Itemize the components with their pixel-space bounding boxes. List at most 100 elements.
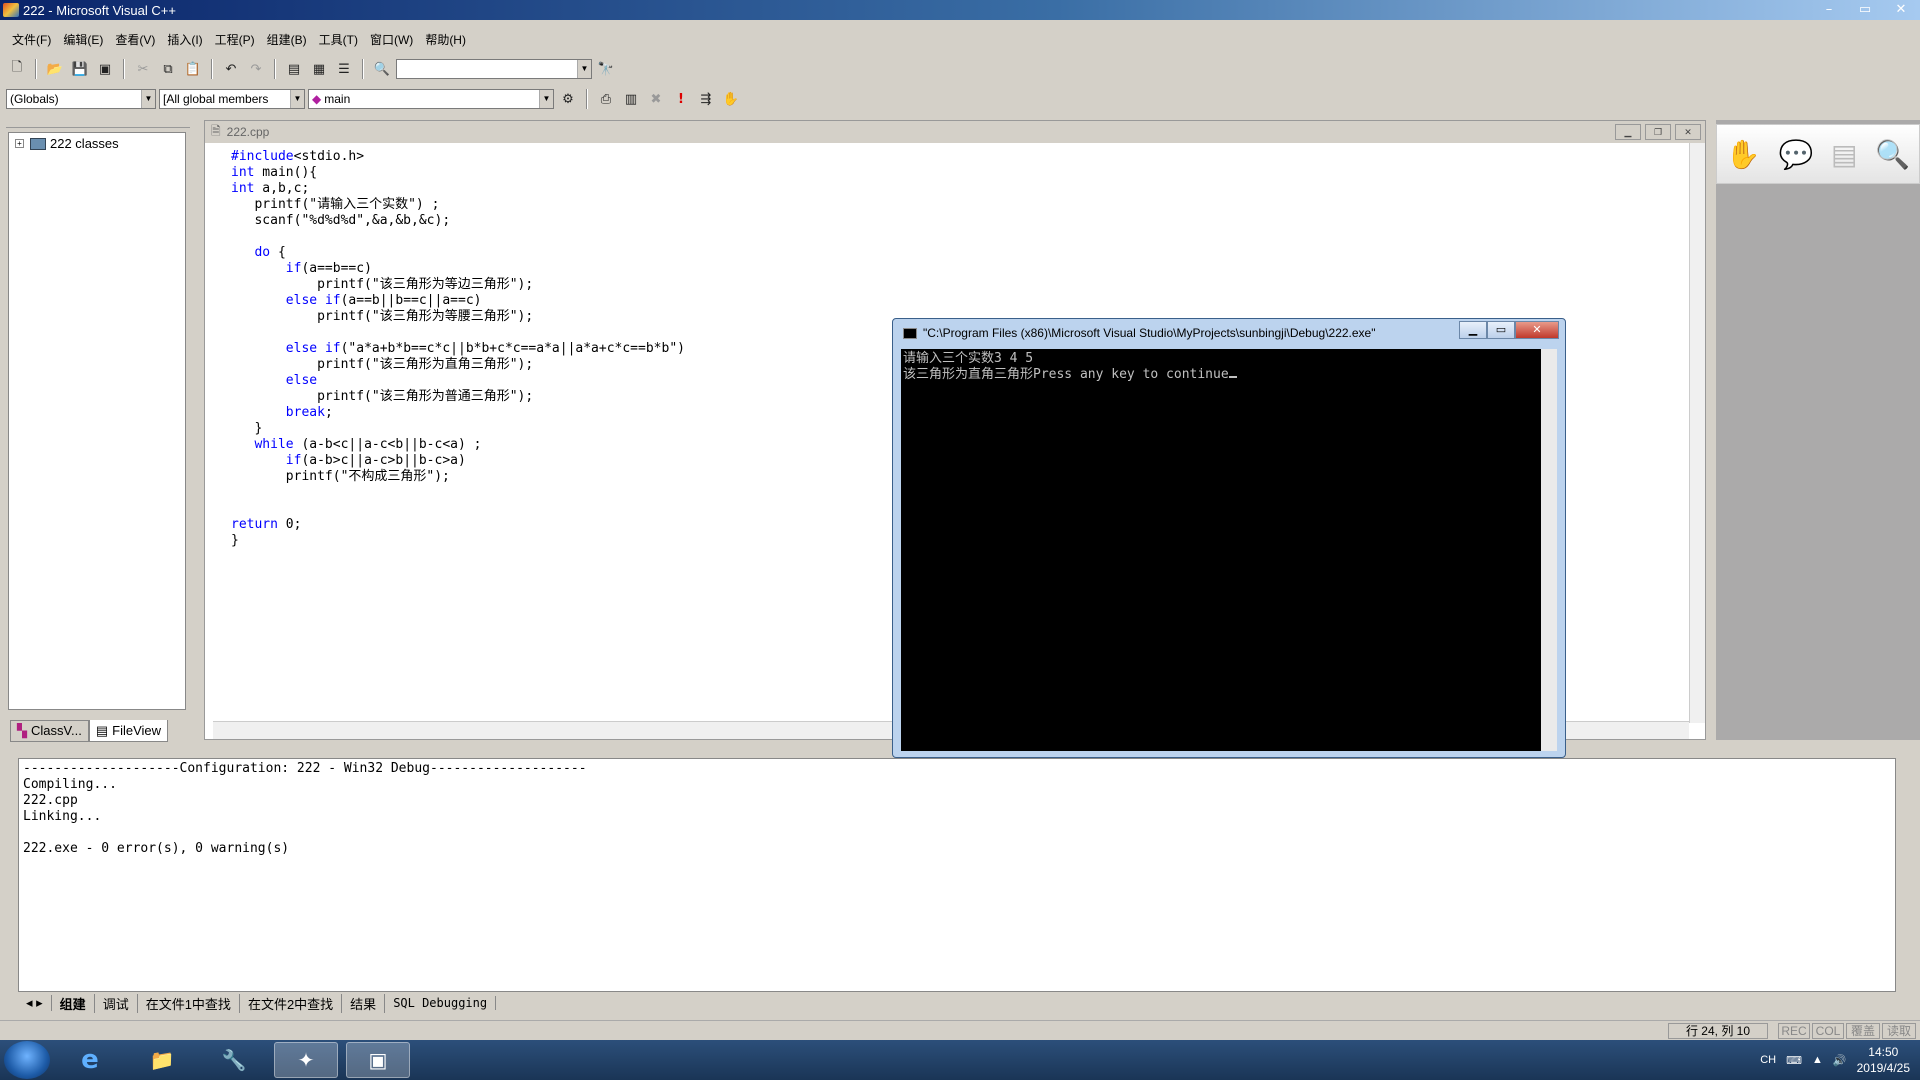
execute-icon[interactable]: ! — [670, 88, 692, 110]
comment-icon[interactable]: 💬 — [1778, 138, 1813, 171]
chevron-down-icon[interactable]: ▼ — [539, 90, 553, 108]
minimize-button[interactable]: – — [1814, 1, 1844, 18]
visual-cpp-task-icon[interactable]: ✦ — [274, 1042, 338, 1078]
cut-icon[interactable]: ✂ — [132, 58, 154, 80]
scope-combo[interactable]: (Globals) ▼ — [6, 89, 156, 109]
standard-toolbar: 🗋 📂 💾 ▣ ✂ ⧉ 📋 ↶ ↷ ▤ ▦ ☰ 🔍 ▼ 🔭 — [6, 56, 617, 82]
volume-icon[interactable]: 🔊 — [1833, 1054, 1847, 1067]
tab-find-in-files-2[interactable]: 在文件2中查找 — [240, 993, 343, 1013]
menu-view[interactable]: 查看(V) — [115, 31, 155, 48]
menu-file[interactable]: 文件(F) — [12, 31, 51, 48]
console-task-icon[interactable]: ▣ — [346, 1042, 410, 1078]
keyboard-icon[interactable]: ⌨ — [1786, 1054, 1802, 1067]
tab-debug[interactable]: 调试 — [95, 993, 138, 1013]
hand-icon[interactable]: ✋ — [1726, 138, 1761, 171]
tab-classview[interactable]: ▚ ClassV... — [10, 720, 89, 742]
console-minimize-button[interactable]: ▁ — [1459, 321, 1487, 339]
open-icon[interactable]: 📂 — [44, 58, 66, 80]
code-line: if(a==b==c) — [285, 261, 372, 276]
tree-item-root[interactable]: + 222 classes — [9, 133, 185, 154]
menu-bar: 文件(F) 编辑(E) 查看(V) 插入(I) 工程(P) 组建(B) 工具(T… — [0, 28, 478, 50]
workspace-tabs: ▚ ClassV... ▤ FileView — [10, 720, 169, 742]
find-in-files-icon[interactable]: 🔍 — [371, 58, 393, 80]
console-close-button[interactable]: ✕ — [1515, 321, 1559, 339]
build-icon[interactable]: ▥ — [620, 88, 642, 110]
editor-restore-button[interactable]: ❐ — [1645, 124, 1671, 140]
floating-tool-tray: ✋ 💬 ▤ 🔍 — [1716, 124, 1920, 184]
editor-vertical-scrollbar[interactable] — [1689, 143, 1705, 723]
code-line: } — [231, 533, 239, 548]
menu-help[interactable]: 帮助(H) — [425, 31, 466, 48]
wizard-action-icon[interactable]: ⚙ — [557, 88, 579, 110]
tab-find-in-files-1[interactable]: 在文件1中查找 — [138, 993, 240, 1013]
members-combo[interactable]: [All global members ▼ — [159, 89, 305, 109]
workspace-toggle-icon[interactable]: ▤ — [283, 58, 305, 80]
function-combo[interactable]: ◆ main ▼ — [308, 89, 554, 109]
tab-results[interactable]: 结果 — [342, 993, 386, 1013]
menu-project[interactable]: 工程(P) — [215, 31, 255, 48]
chevron-down-icon[interactable]: ▼ — [141, 90, 155, 108]
tab-sql-debugging[interactable]: SQL Debugging — [385, 996, 497, 1010]
code-text[interactable]: #include<stdio.h> int main(){int a,b,c; p… — [231, 149, 685, 549]
breakpoint-hand-icon[interactable]: ✋ — [720, 88, 742, 110]
stop-build-icon[interactable]: ✖ — [645, 88, 667, 110]
build-output-text[interactable]: --------------------Configuration: 222 -… — [18, 758, 1896, 992]
show-hidden-icons-icon[interactable]: ▲ — [1812, 1054, 1823, 1066]
ie-icon[interactable]: e — [58, 1042, 122, 1078]
new-file-icon[interactable]: 🗋 — [6, 58, 28, 80]
copy-icon[interactable]: ⧉ — [157, 58, 179, 80]
expand-icon[interactable]: + — [15, 139, 24, 148]
start-button[interactable] — [4, 1041, 50, 1079]
console-scrollbar[interactable] — [1541, 349, 1557, 751]
redo-icon[interactable]: ↷ — [245, 58, 267, 80]
code-line: printf("请输入三个实数") ; — [231, 197, 440, 212]
find-icon[interactable]: 🔭 — [595, 58, 617, 80]
code-line: if(a-b>c||a-c>b||b-c>a) — [285, 453, 466, 468]
taskbar-app-icon[interactable]: 🔧 — [202, 1042, 266, 1078]
code-line: int a,b,c; — [231, 181, 310, 196]
close-button[interactable]: ✕ — [1886, 1, 1916, 18]
console-line: 该三角形为直角三角形Press any key to continue — [903, 367, 1229, 382]
editor-minimize-button[interactable]: ▁ — [1615, 124, 1641, 140]
tab-fileview[interactable]: ▤ FileView — [88, 720, 169, 742]
clock[interactable]: 14:50 2019/4/25 — [1857, 1044, 1910, 1076]
menu-edit[interactable]: 编辑(E) — [63, 31, 103, 48]
classes-icon — [30, 137, 46, 150]
toolbar-separator — [274, 59, 276, 79]
code-line: printf("该三角形为直角三角形"); — [231, 357, 534, 372]
workspace-grip[interactable] — [6, 116, 190, 128]
chevron-down-icon[interactable]: ▼ — [290, 90, 304, 108]
menu-tools[interactable]: 工具(T) — [319, 31, 358, 48]
tab-label: FileView — [112, 722, 162, 738]
console-maximize-button[interactable]: ▭ — [1487, 321, 1515, 339]
save-all-icon[interactable]: ▣ — [94, 58, 116, 80]
output-nav-icon[interactable]: ◂ ▸ — [18, 995, 52, 1011]
maximize-button[interactable]: ▭ — [1850, 1, 1880, 18]
chevron-down-icon[interactable]: ▼ — [577, 60, 591, 78]
console-output[interactable]: 请输入三个实数3 4 5 该三角形为直角三角形Press any key to … — [901, 349, 1541, 751]
code-line: printf("该三角形为等腰三角形"); — [231, 309, 534, 324]
editor-close-button[interactable]: ✕ — [1675, 124, 1701, 140]
window-list-icon[interactable]: ☰ — [333, 58, 355, 80]
cursor-position: 行 24, 列 10 — [1668, 1023, 1768, 1039]
explorer-icon[interactable]: 📁 — [130, 1042, 194, 1078]
classview-icon: ▚ — [17, 723, 27, 738]
go-icon[interactable]: ⇶ — [695, 88, 717, 110]
output-toggle-icon[interactable]: ▦ — [308, 58, 330, 80]
magnify-icon[interactable]: 🔍 — [1875, 138, 1910, 171]
menu-insert[interactable]: 插入(I) — [167, 31, 202, 48]
save-icon[interactable]: 💾 — [69, 58, 91, 80]
document-icon[interactable]: ▤ — [1831, 138, 1857, 171]
tab-build[interactable]: 组建 — [52, 993, 95, 1013]
find-combo[interactable]: ▼ — [396, 59, 592, 79]
toolbar-separator — [211, 59, 213, 79]
menu-window[interactable]: 窗口(W) — [370, 31, 413, 48]
compile-icon[interactable]: ⎙ — [595, 88, 617, 110]
language-indicator[interactable]: CH — [1760, 1054, 1776, 1066]
undo-icon[interactable]: ↶ — [220, 58, 242, 80]
scope-combo-value: (Globals) — [10, 92, 59, 106]
paste-icon[interactable]: 📋 — [182, 58, 204, 80]
status-rec: REC — [1778, 1023, 1810, 1039]
menu-build[interactable]: 组建(B) — [267, 31, 307, 48]
